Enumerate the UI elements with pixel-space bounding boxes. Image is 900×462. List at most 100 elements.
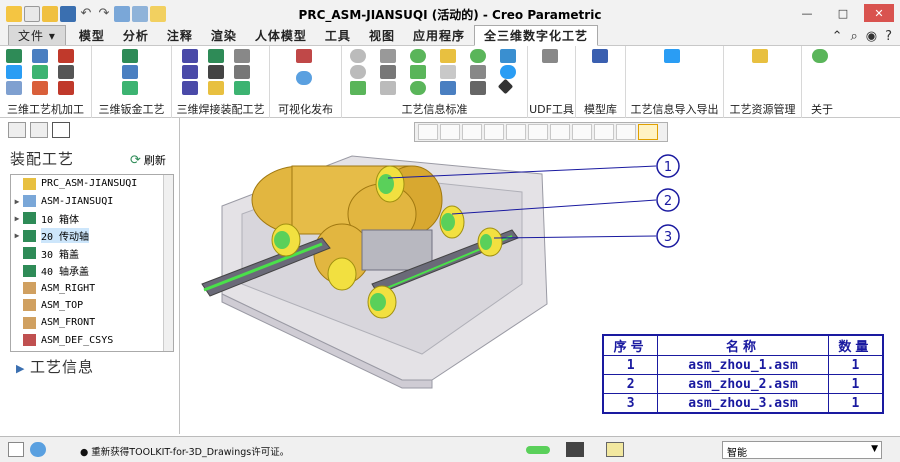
process-info-icon[interactable] bbox=[470, 49, 486, 63]
expand-arrow-icon[interactable]: ▶ bbox=[11, 231, 23, 240]
welding-tool-icon[interactable] bbox=[234, 81, 250, 95]
welding-tool-icon[interactable] bbox=[234, 65, 250, 79]
about-icon[interactable] bbox=[812, 49, 828, 63]
tab-view[interactable]: 视图 bbox=[360, 26, 404, 45]
machining-tool-icon[interactable] bbox=[58, 81, 74, 95]
tree-scrollbar[interactable] bbox=[163, 175, 173, 351]
tab-3d-process[interactable]: 全三维数字化工艺 bbox=[473, 25, 598, 46]
find-icon[interactable] bbox=[566, 442, 584, 457]
process-info-icon[interactable] bbox=[440, 65, 456, 79]
datum-display-icon[interactable] bbox=[572, 124, 592, 140]
process-info-heading[interactable]: ▶ 工艺信息 bbox=[16, 356, 94, 377]
model-library-icon[interactable] bbox=[592, 49, 608, 63]
tab-analysis[interactable]: 分析 bbox=[114, 26, 158, 45]
spin-center-icon[interactable] bbox=[616, 124, 636, 140]
machining-tool-icon[interactable] bbox=[6, 49, 22, 63]
new-file-icon[interactable] bbox=[24, 6, 40, 22]
undo-icon[interactable]: ↶ bbox=[78, 6, 94, 22]
process-info-icon[interactable] bbox=[380, 65, 396, 79]
maximize-button[interactable]: □ bbox=[828, 4, 858, 22]
tab-render[interactable]: 渲染 bbox=[202, 26, 246, 45]
publish-icon[interactable] bbox=[296, 71, 312, 85]
machining-tool-icon[interactable] bbox=[32, 81, 48, 95]
selection-filter-dropdown[interactable]: 智能 ▼ bbox=[722, 441, 882, 459]
open-folder-icon[interactable] bbox=[42, 6, 58, 22]
close-window-icon[interactable] bbox=[150, 6, 166, 22]
saved-orientations-icon[interactable] bbox=[528, 124, 548, 140]
zoom-in-icon[interactable] bbox=[440, 124, 460, 140]
process-info-icon[interactable] bbox=[380, 49, 396, 63]
search-icon[interactable]: ⌕ bbox=[850, 29, 857, 44]
collapse-ribbon-icon[interactable]: ⌃ bbox=[832, 29, 843, 44]
tree-item[interactable]: ASM_RIGHT bbox=[11, 279, 173, 296]
tab-file[interactable]: 文件 ▾ bbox=[8, 25, 66, 45]
resource-icon[interactable] bbox=[752, 49, 768, 63]
machining-tool-icon[interactable] bbox=[58, 49, 74, 63]
welding-tool-icon[interactable] bbox=[208, 49, 224, 63]
regenerate-icon[interactable] bbox=[114, 6, 130, 22]
view-manager-icon[interactable] bbox=[550, 124, 570, 140]
process-info-icon[interactable] bbox=[440, 81, 456, 95]
selection-buffer-icon[interactable] bbox=[606, 442, 624, 457]
folder-tab-icon[interactable] bbox=[30, 122, 48, 138]
welding-tool-icon[interactable] bbox=[208, 81, 224, 95]
process-display-icon[interactable] bbox=[638, 124, 658, 140]
display-style-icon[interactable] bbox=[506, 124, 526, 140]
udf-icon[interactable] bbox=[542, 49, 558, 63]
machining-tool-icon[interactable] bbox=[32, 65, 48, 79]
close-button[interactable]: ✕ bbox=[864, 4, 894, 22]
browser-toggle-icon[interactable] bbox=[30, 442, 46, 457]
welding-tool-icon[interactable] bbox=[182, 65, 198, 79]
process-info-icon[interactable] bbox=[470, 81, 486, 95]
tree-item[interactable]: ▶ 10 箱体 bbox=[11, 210, 173, 227]
tab-annotate[interactable]: 注释 bbox=[158, 26, 202, 45]
zoom-out-icon[interactable] bbox=[462, 124, 482, 140]
settings-icon[interactable]: ◉ bbox=[866, 29, 877, 44]
process-tab-icon[interactable] bbox=[52, 122, 70, 138]
tab-model[interactable]: 模型 bbox=[70, 26, 114, 45]
tab-manikin[interactable]: 人体模型 bbox=[246, 26, 316, 45]
expand-arrow-icon[interactable]: ▶ bbox=[11, 214, 23, 223]
model-tree-tab-icon[interactable] bbox=[8, 122, 26, 138]
process-info-icon[interactable] bbox=[440, 49, 456, 63]
welding-tool-icon[interactable] bbox=[208, 65, 224, 79]
refit-icon[interactable] bbox=[418, 124, 438, 140]
process-info-icon[interactable] bbox=[410, 81, 426, 95]
minimize-button[interactable]: — bbox=[792, 4, 822, 22]
process-info-icon[interactable] bbox=[500, 49, 516, 63]
tree-item[interactable]: ASM_DEF_CSYS bbox=[11, 332, 173, 349]
welding-tool-icon[interactable] bbox=[182, 49, 198, 63]
machining-tool-icon[interactable] bbox=[32, 49, 48, 63]
tree-item[interactable]: 40 轴承盖 bbox=[11, 262, 173, 279]
regen-status-icon[interactable] bbox=[526, 446, 550, 454]
process-info-icon[interactable] bbox=[380, 81, 396, 95]
machining-tool-icon[interactable] bbox=[6, 81, 22, 95]
refresh-button[interactable]: ⟳ 刷新 bbox=[130, 152, 166, 168]
sheetmetal-tool-icon[interactable] bbox=[122, 49, 138, 63]
tree-item[interactable]: ASM_TOP bbox=[11, 297, 173, 314]
machining-tool-icon[interactable] bbox=[6, 65, 22, 79]
tree-item[interactable]: PRC_ASM-JIANSUQI bbox=[11, 175, 173, 192]
process-info-icon[interactable] bbox=[470, 65, 486, 79]
windows-icon[interactable] bbox=[132, 6, 148, 22]
expand-arrow-icon[interactable]: ▶ bbox=[11, 197, 23, 206]
welding-tool-icon[interactable] bbox=[234, 49, 250, 63]
annotation-display-icon[interactable] bbox=[594, 124, 614, 140]
publish-icon[interactable] bbox=[296, 49, 312, 63]
redo-icon[interactable]: ↷ bbox=[96, 6, 112, 22]
welding-tool-icon[interactable] bbox=[182, 81, 198, 95]
tab-applications[interactable]: 应用程序 bbox=[404, 26, 474, 45]
sheetmetal-tool-icon[interactable] bbox=[122, 81, 138, 95]
process-info-icon[interactable] bbox=[497, 78, 514, 95]
process-info-icon[interactable] bbox=[410, 65, 426, 79]
tree-item[interactable]: ASM_FRONT bbox=[11, 314, 173, 331]
tree-item[interactable]: ▶ 20 传动轴 bbox=[11, 227, 173, 244]
tab-tools[interactable]: 工具 bbox=[316, 26, 360, 45]
process-info-icon[interactable] bbox=[350, 49, 366, 63]
tree-item[interactable]: ▶ ASM-JIANSUQI bbox=[11, 192, 173, 209]
sheetmetal-tool-icon[interactable] bbox=[122, 65, 138, 79]
process-info-icon[interactable] bbox=[350, 81, 366, 95]
save-icon[interactable] bbox=[60, 6, 76, 22]
tree-item[interactable]: 30 箱盖 bbox=[11, 245, 173, 262]
panel-toggle-icon[interactable] bbox=[8, 442, 24, 457]
